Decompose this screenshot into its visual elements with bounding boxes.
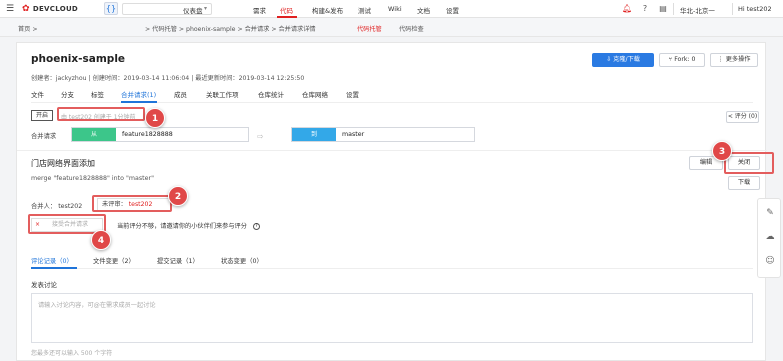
bell-icon[interactable]: 🔔︎ <box>622 4 632 14</box>
tab-branches[interactable]: 分支 <box>61 89 74 99</box>
more-icon: ⋮ <box>717 56 726 63</box>
tab-commits[interactable]: 提交记录（1） <box>157 256 199 265</box>
highlight-box <box>57 107 145 121</box>
more-actions-button[interactable]: ⋮ 更多操作 <box>710 53 758 67</box>
tab-files[interactable]: 文件 <box>31 89 44 99</box>
hamburger-menu-icon[interactable]: ☰ <box>6 4 14 14</box>
nav-settings[interactable]: 设置 <box>446 5 459 15</box>
page-title: phoenix-sample <box>31 53 126 65</box>
chat-icon[interactable]: ☺ <box>764 255 776 267</box>
merged-by-text: 合并人： test202 <box>31 203 83 210</box>
tab-members[interactable]: 成员 <box>174 89 187 99</box>
source-branch: 从 feature1828888 <box>71 127 249 142</box>
nav-code[interactable]: 代码 <box>280 5 293 15</box>
target-branch: 到 master <box>291 127 475 142</box>
tab-file-changes[interactable]: 文件变更（2） <box>93 256 135 265</box>
help-icon[interactable]: ? <box>640 4 650 14</box>
merge-description: merge "feature1828888" into "master" <box>31 175 154 182</box>
active-tab-indicator <box>31 267 77 269</box>
score-button[interactable]: < 评分 (0) <box>726 111 759 123</box>
fork-button[interactable]: ⑂ Fork: 0 <box>659 53 705 67</box>
nav-dashboard[interactable]: 仪表盘 <box>183 5 203 15</box>
active-tab-indicator <box>121 101 157 103</box>
document-icon[interactable]: ▤ <box>658 4 668 14</box>
tabs-divider <box>31 268 753 269</box>
arrow-right-icon: ⇨ <box>257 132 264 141</box>
nav-wiki[interactable]: Wiki <box>388 5 402 13</box>
tab-comments[interactable]: 评论记录（0） <box>31 256 73 265</box>
divider <box>17 150 767 151</box>
edit-note-icon[interactable]: ✎ <box>764 207 776 219</box>
tab-merge-requests[interactable]: 合并请求(1) <box>121 89 156 99</box>
discussion-title: 发表讨论 <box>31 281 57 289</box>
nav-test[interactable]: 测试 <box>358 5 371 15</box>
region-selector[interactable]: 华北-北京一 <box>680 5 715 15</box>
tab-repo-network[interactable]: 仓库网络 <box>302 89 328 99</box>
user-menu[interactable]: Hi test202 <box>738 5 772 13</box>
mr-title: 门店网络界面添加 <box>31 159 95 168</box>
floating-toolbar: ✎ ☁ ☺ <box>757 198 781 278</box>
divider <box>673 3 674 15</box>
cloud-icon[interactable]: ☁ <box>764 231 776 243</box>
source-branch-name: feature1828888 <box>122 131 173 138</box>
tab-repo-stats[interactable]: 仓库统计 <box>258 89 284 99</box>
tab-linked-work-items[interactable]: 关联工作项 <box>206 89 239 99</box>
annotation-badge: 2 <box>168 186 188 206</box>
breadcrumb: 首页 > > 代码托管 > phoenix-sample > 合并请求 > 合并… <box>0 18 783 37</box>
link-code-hosting[interactable]: 代码托管 <box>357 24 382 33</box>
char-limit-hint: 您最多还可以输入 500 个字符 <box>31 350 113 357</box>
merge-request-label: 合并请求 <box>31 133 57 140</box>
highlight-box <box>92 195 172 212</box>
tab-tags[interactable]: 标签 <box>91 89 104 99</box>
discussion-textarea[interactable]: 请输入讨论内容，可@在需求成员一起讨论 <box>31 293 753 343</box>
breadcrumb-path[interactable]: > 代码托管 > phoenix-sample > 合并请求 > 合并请求详情 <box>145 24 316 33</box>
download-button[interactable]: 下载 <box>728 176 760 190</box>
clone-download-button[interactable]: ⇩ 克隆/下载 <box>592 53 654 67</box>
breadcrumb-home[interactable]: 首页 > <box>18 24 38 33</box>
divider <box>732 3 733 15</box>
target-branch-name: master <box>342 131 365 138</box>
devcloud-logo[interactable]: ✿ DEVCLOUD <box>22 4 78 14</box>
tab-status-changes[interactable]: 状态变更（0） <box>221 256 263 265</box>
annotation-badge: 4 <box>91 230 111 250</box>
top-navbar: ☰ ✿ DEVCLOUD {} ▾ 仪表盘 需求 代码 构建&发布 测试 Wiki… <box>0 0 783 18</box>
annotation-badge: 1 <box>145 108 165 128</box>
huawei-logo-icon: ✿ <box>22 4 30 14</box>
to-tag: 到 <box>292 128 336 141</box>
chevron-down-icon: ▾ <box>203 5 207 12</box>
help-icon[interactable]: ? <box>252 222 260 230</box>
nav-requirements[interactable]: 需求 <box>253 5 266 15</box>
from-tag: 从 <box>72 128 116 141</box>
repo-meta: 创建者：jackyzhou | 创建时间：2019-03-14 11:06:04… <box>31 75 305 82</box>
tab-settings[interactable]: 设置 <box>346 89 359 99</box>
annotation-badge: 3 <box>712 141 732 161</box>
nav-docs[interactable]: 文档 <box>417 5 430 15</box>
highlight-box <box>724 152 774 174</box>
nav-build-release[interactable]: 构建&发布 <box>312 5 343 15</box>
code-service-icon[interactable]: {} <box>104 2 118 15</box>
status-badge: 开启 <box>31 110 53 121</box>
link-code-check[interactable]: 代码检查 <box>399 24 424 33</box>
score-warning: 当前评分不够，请邀请你的小伙伴们来参与评分? <box>117 221 260 230</box>
